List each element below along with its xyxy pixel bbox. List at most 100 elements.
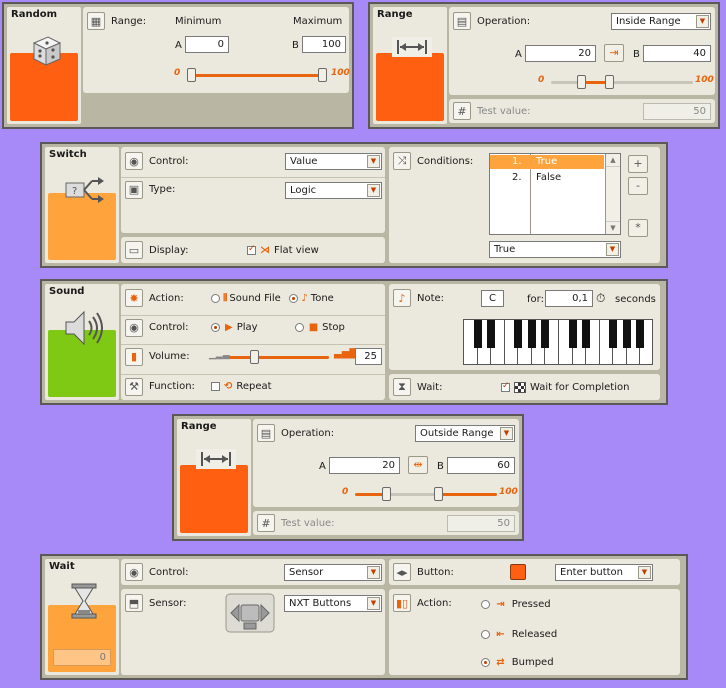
bumped-radio[interactable] <box>481 657 490 667</box>
bumped-option[interactable]: ⇄ Bumped <box>481 657 554 668</box>
range1-slider-b-handle[interactable] <box>605 75 614 89</box>
released-option[interactable]: ⇤ Released <box>481 629 557 640</box>
volume-slider[interactable] <box>229 356 329 359</box>
switch-type-dropdown[interactable]: Logic ▼ <box>285 182 382 199</box>
range2-operation-dropdown[interactable]: Outside Range ▼ <box>415 425 515 442</box>
range1-test-section: # Test value: 50 <box>449 99 715 123</box>
minimum-label: Minimum <box>175 16 222 27</box>
wait-control-value: Sensor <box>289 567 324 578</box>
scroll-down-icon[interactable]: ▼ <box>606 221 620 234</box>
wait-control-dropdown[interactable]: Sensor ▼ <box>284 564 382 581</box>
random-block-icon[interactable] <box>10 36 78 121</box>
condition-row-2[interactable]: 2. False <box>490 171 604 185</box>
chevron-down-icon: ▼ <box>367 155 380 168</box>
swap-values-button[interactable]: ⇥ <box>604 44 624 62</box>
random-slider-b-handle[interactable] <box>318 68 327 82</box>
default-condition-button[interactable]: * <box>628 219 648 237</box>
condition-value-dropdown[interactable]: True ▼ <box>489 241 621 258</box>
piano-black-key[interactable] <box>527 320 536 348</box>
random-range-slider[interactable] <box>187 74 327 77</box>
range1-test-value-input[interactable]: 50 <box>643 103 711 120</box>
random-slider-a-handle[interactable] <box>187 68 196 82</box>
condition-value: False <box>536 172 562 183</box>
random-settings-section: ▦ Range: Minimum Maximum A 0 B 100 0 100 <box>83 7 350 93</box>
sound-title: Sound <box>49 286 85 297</box>
volume-slider-handle[interactable] <box>250 350 259 364</box>
range2-block-icon[interactable] <box>180 449 248 533</box>
piano-black-key[interactable] <box>582 320 591 348</box>
tone-label: Tone <box>310 292 334 304</box>
range1-range-slider[interactable] <box>551 81 693 84</box>
sound-file-radio[interactable] <box>211 293 220 303</box>
stop-radio[interactable] <box>294 323 304 332</box>
wait-button-value: Enter button <box>560 567 624 578</box>
range2-slider-b-handle[interactable] <box>434 487 443 501</box>
switch-block-icon[interactable]: ? <box>48 177 116 260</box>
sound-icon-column: Sound <box>45 284 119 400</box>
conditions-list[interactable]: 1. True 2. False ▲ ▼ <box>489 153 621 235</box>
range2-a-input[interactable]: 20 <box>329 457 400 474</box>
random-icon-column: Random <box>7 7 81 124</box>
wait-sensor-dropdown[interactable]: NXT Buttons ▼ <box>284 595 382 612</box>
pressed-radio[interactable] <box>481 599 490 609</box>
range1-a-label: A <box>515 49 522 60</box>
condition-value: True <box>536 156 558 167</box>
piano-black-key[interactable] <box>487 320 496 348</box>
range2-slider-max-label: 100 <box>499 487 518 497</box>
piano-black-key[interactable] <box>541 320 550 348</box>
remove-condition-button[interactable]: - <box>628 177 648 195</box>
nxt-button-icon: ◂▸ <box>393 563 411 581</box>
piano-keyboard[interactable] <box>463 319 653 365</box>
released-label: Released <box>511 629 558 640</box>
range1-a-input[interactable]: 20 <box>525 45 596 62</box>
note-input[interactable]: C <box>481 290 504 307</box>
piano-black-key[interactable] <box>514 320 523 348</box>
sound-block-icon[interactable] <box>48 310 116 397</box>
random-slider-min-label: 0 <box>174 68 181 78</box>
condition-row-1[interactable]: 1. True <box>490 155 604 169</box>
wait-button-label: Button: <box>417 566 454 578</box>
tone-radio[interactable] <box>289 293 299 303</box>
piano-black-key[interactable] <box>622 320 631 348</box>
range2-slider-min-label: 0 <box>342 487 349 497</box>
eye-icon: ◉ <box>125 152 143 170</box>
pressed-option[interactable]: ⇥ Pressed <box>481 599 551 610</box>
switch-control-dropdown[interactable]: Value ▼ <box>285 153 382 170</box>
range2-b-input[interactable]: 60 <box>447 457 515 474</box>
sound-control-label: Control: <box>149 322 189 333</box>
flat-view-checkbox[interactable] <box>247 244 256 255</box>
piano-black-key[interactable] <box>568 320 577 348</box>
swap-values-button[interactable]: ⇹ <box>408 456 428 474</box>
repeat-checkbox[interactable] <box>211 382 220 391</box>
sound-wait-section: ⧗ Wait: Wait for Completion <box>389 374 660 400</box>
sound-block-panel: Sound ✸ Action: ⦀ Sound File ♪ Tone ◉ Co… <box>40 279 668 405</box>
chevron-down-icon: ▼ <box>367 597 380 610</box>
play-radio[interactable] <box>211 323 220 332</box>
sound-right-section: ♪ Note: C for: 0,1 ⏱ seconds <box>389 284 660 370</box>
random-b-input[interactable]: 100 <box>302 36 346 53</box>
sound-wave-icon: ⦀ <box>223 292 228 304</box>
range-block-icon[interactable] <box>376 37 444 121</box>
range1-slider-min-label: 0 <box>538 75 545 85</box>
volume-input[interactable]: 25 <box>355 348 382 365</box>
flat-view-icon: ⋊ <box>260 244 270 256</box>
duration-input[interactable]: 0,1 <box>545 290 593 307</box>
wait-button-section: ◂▸ Button: Enter button ▼ <box>389 559 680 585</box>
wait-block-icon[interactable]: 0 <box>48 583 116 672</box>
conditions-scrollbar[interactable]: ▲ ▼ <box>605 154 620 234</box>
random-a-input[interactable]: 0 <box>185 36 229 53</box>
range1-slider-a-handle[interactable] <box>577 75 586 89</box>
piano-black-key[interactable] <box>636 320 645 348</box>
wait-completion-checkbox[interactable] <box>501 381 510 392</box>
wait-button-dropdown[interactable]: Enter button ▼ <box>555 564 653 581</box>
range1-operation-dropdown[interactable]: Inside Range ▼ <box>611 13 711 30</box>
range-block-panel-outside: Range ▤ Operation: Outside Range ▼ A 20 … <box>172 414 524 541</box>
range1-b-input[interactable]: 40 <box>643 45 711 62</box>
range2-test-value-input[interactable]: 50 <box>447 515 515 532</box>
piano-black-key[interactable] <box>609 320 618 348</box>
piano-black-key[interactable] <box>473 320 482 348</box>
add-condition-button[interactable]: + <box>628 155 648 173</box>
range2-slider-a-handle[interactable] <box>382 487 391 501</box>
scroll-up-icon[interactable]: ▲ <box>606 154 620 167</box>
released-radio[interactable] <box>481 629 490 639</box>
